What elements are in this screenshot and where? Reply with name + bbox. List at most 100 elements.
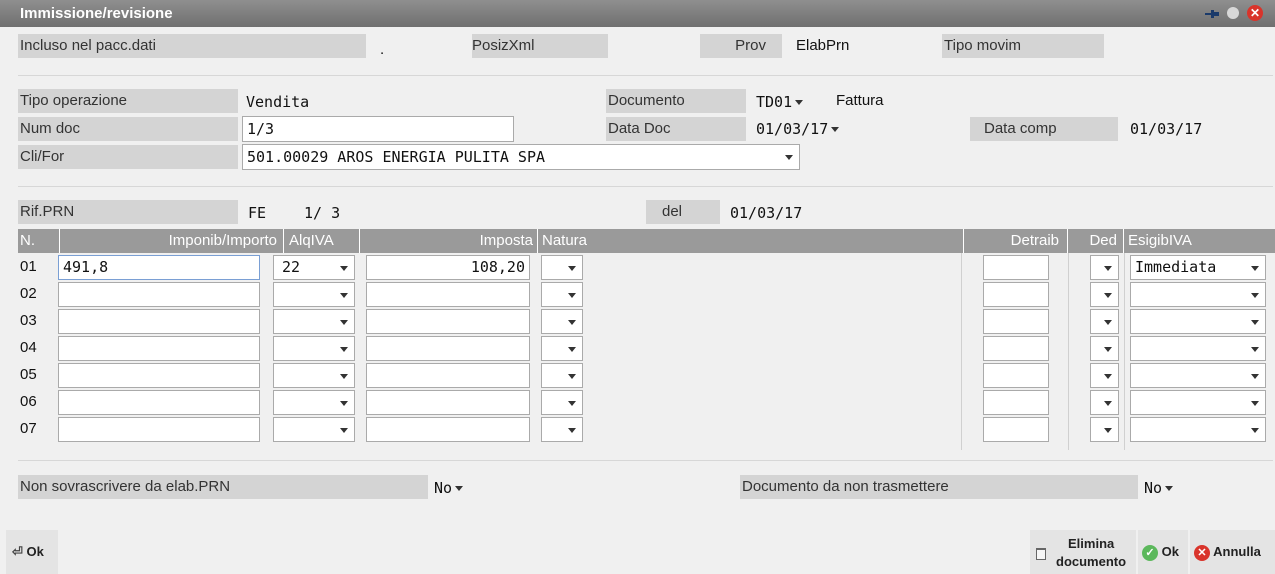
- non-sovrascrivere-select[interactable]: No: [434, 476, 464, 500]
- detraib-input[interactable]: [983, 336, 1049, 361]
- esigib-select[interactable]: [1130, 282, 1266, 307]
- aliquota-select[interactable]: [273, 282, 355, 307]
- detraib-input[interactable]: [983, 255, 1049, 280]
- ok-label: Ok: [1161, 544, 1179, 559]
- ded-select[interactable]: [1090, 309, 1119, 334]
- natura-select[interactable]: [541, 255, 583, 280]
- num-doc-input[interactable]: 1/3: [242, 116, 514, 142]
- detraib-input[interactable]: [983, 363, 1049, 388]
- col-detraib: Detraib: [964, 229, 1068, 253]
- natura-select[interactable]: [541, 417, 583, 442]
- detraib-input[interactable]: [983, 309, 1049, 334]
- row-number: 02: [20, 285, 37, 302]
- chevron-down-icon: [1251, 320, 1259, 325]
- imposta-input[interactable]: 108,20: [366, 255, 530, 280]
- elimina-documento-button[interactable]: Elimina documento: [1030, 530, 1136, 574]
- esigib-select[interactable]: [1130, 390, 1266, 415]
- chevron-down-icon: [568, 266, 576, 271]
- esigib-select[interactable]: [1130, 417, 1266, 442]
- ded-select[interactable]: [1090, 282, 1119, 307]
- column-divider: [1068, 253, 1069, 450]
- chevron-down-icon: [795, 100, 804, 105]
- detraib-input[interactable]: [983, 417, 1049, 442]
- chevron-down-icon: [1104, 347, 1112, 352]
- chevron-down-icon: [340, 401, 348, 406]
- aliquota-select[interactable]: 22: [273, 255, 355, 280]
- imponibile-input[interactable]: [58, 417, 260, 442]
- documento-code: TD01: [756, 93, 793, 111]
- row-number: 05: [20, 366, 37, 383]
- chevron-down-icon: [568, 401, 576, 406]
- aliquota-select[interactable]: [273, 417, 355, 442]
- esigib-value: Immediata: [1135, 258, 1217, 276]
- aliquota-select[interactable]: [273, 390, 355, 415]
- natura-select[interactable]: [541, 309, 583, 334]
- chevron-down-icon: [1251, 293, 1259, 298]
- chevron-down-icon: [1104, 320, 1112, 325]
- ok-button[interactable]: ✓ Ok: [1138, 530, 1188, 574]
- chevron-down-icon: [1251, 374, 1259, 379]
- esigib-select[interactable]: [1130, 309, 1266, 334]
- prov-value: ElabPrn: [796, 37, 850, 54]
- imposta-input[interactable]: [366, 336, 530, 361]
- chevron-down-icon: [1104, 401, 1112, 406]
- non-sovrascrivere-value: No: [434, 479, 453, 497]
- documento-label: Documento: [606, 89, 746, 113]
- esigib-select[interactable]: [1130, 363, 1266, 388]
- chevron-down-icon: [568, 320, 576, 325]
- tipo-operazione-value: Vendita: [246, 93, 310, 111]
- col-aliquota: AlqIVA: [284, 229, 360, 253]
- data-doc-select[interactable]: 01/03/17: [756, 117, 840, 141]
- enter-icon: ⏎: [12, 544, 23, 559]
- imponibile-input[interactable]: [58, 363, 260, 388]
- ded-select[interactable]: [1090, 417, 1119, 442]
- imposta-input[interactable]: [366, 417, 530, 442]
- ded-select[interactable]: [1090, 363, 1119, 388]
- documento-select[interactable]: TD01: [756, 90, 804, 114]
- imponibile-input[interactable]: [58, 336, 260, 361]
- detraib-input[interactable]: [983, 390, 1049, 415]
- aliquota-select[interactable]: [273, 363, 355, 388]
- clifor-select[interactable]: 501.00029 AROS ENERGIA PULITA SPA: [242, 144, 800, 170]
- natura-select[interactable]: [541, 363, 583, 388]
- rif-prn-label: Rif.PRN: [18, 200, 238, 224]
- row-number: 01: [20, 258, 37, 275]
- chevron-down-icon: [1104, 293, 1112, 298]
- imposta-input[interactable]: [366, 363, 530, 388]
- imponibile-input[interactable]: [58, 309, 260, 334]
- close-icon[interactable]: ✕: [1247, 5, 1263, 21]
- esigib-select[interactable]: Immediata: [1130, 255, 1266, 280]
- imposta-input[interactable]: [366, 309, 530, 334]
- chevron-down-icon: [1251, 266, 1259, 271]
- aliquota-select[interactable]: [273, 309, 355, 334]
- ded-select[interactable]: [1090, 390, 1119, 415]
- chevron-down-icon: [340, 266, 348, 271]
- ok-enter-button[interactable]: ⏎ Ok: [6, 530, 58, 574]
- ded-select[interactable]: [1090, 336, 1119, 361]
- posizxml-label: PosizXml: [472, 34, 608, 58]
- annulla-button[interactable]: ✕ Annulla: [1190, 530, 1275, 574]
- minimize-icon[interactable]: [1227, 7, 1239, 19]
- chevron-down-icon: [340, 428, 348, 433]
- chevron-down-icon: [340, 293, 348, 298]
- detraib-input[interactable]: [983, 282, 1049, 307]
- data-doc-label: Data Doc: [606, 117, 746, 141]
- aliquota-select[interactable]: [273, 336, 355, 361]
- imposta-input[interactable]: [366, 390, 530, 415]
- chevron-down-icon: [568, 428, 576, 433]
- natura-select[interactable]: [541, 336, 583, 361]
- non-trasmettere-select[interactable]: No: [1144, 476, 1174, 500]
- imponibile-input[interactable]: [58, 282, 260, 307]
- imponibile-input[interactable]: 491,8: [58, 255, 260, 280]
- imposta-input[interactable]: [366, 282, 530, 307]
- cancel-icon: ✕: [1194, 544, 1210, 561]
- column-divider: [961, 253, 962, 450]
- ded-select[interactable]: [1090, 255, 1119, 280]
- esigib-select[interactable]: [1130, 336, 1266, 361]
- window-titlebar: Immissione/revisione ✕: [0, 0, 1275, 27]
- natura-select[interactable]: [541, 390, 583, 415]
- imponibile-input[interactable]: [58, 390, 260, 415]
- pin-icon[interactable]: [1205, 7, 1219, 19]
- col-esigib: EsigibIVA: [1128, 232, 1192, 249]
- natura-select[interactable]: [541, 282, 583, 307]
